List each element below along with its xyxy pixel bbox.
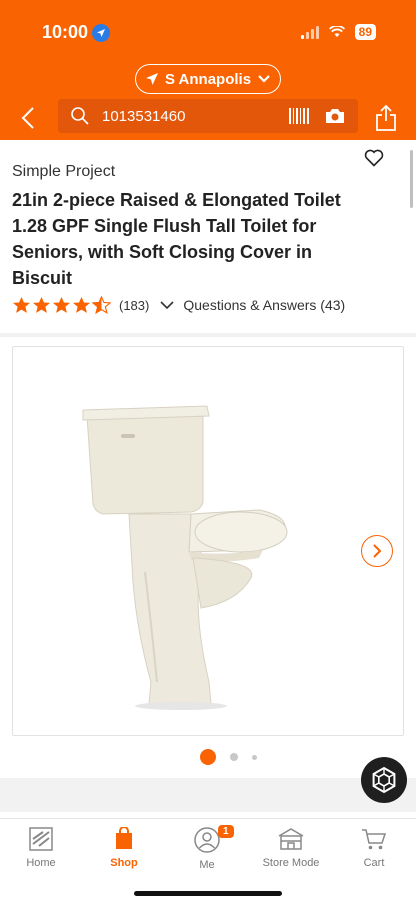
cart-icon [362, 829, 387, 850]
person-icon [194, 827, 220, 853]
search-value: 1013531460 [102, 108, 186, 125]
star-rating [12, 296, 111, 314]
status-bar: 10:00 89 [0, 0, 416, 50]
tab-me-label: Me [199, 859, 215, 871]
product-title: 21in 2-piece Raised & Elongated Toilet 1… [12, 190, 341, 288]
camera-icon[interactable] [324, 107, 346, 125]
shop-bag-icon [116, 827, 132, 849]
tab-cart[interactable]: Cart [339, 827, 409, 869]
store-selector[interactable]: S Annapolis [135, 64, 281, 94]
gallery-pagination[interactable] [200, 749, 257, 765]
barcode-scanner-icon[interactable] [288, 107, 310, 125]
tab-home[interactable]: Home [6, 827, 76, 869]
location-services-icon [92, 23, 111, 42]
notification-badge: 1 [218, 825, 234, 838]
store-name: S Annapolis [164, 70, 252, 88]
pagination-dot-active[interactable] [200, 749, 216, 765]
heart-icon [364, 149, 384, 167]
half-star-icon [92, 296, 111, 314]
chevron-down-icon [258, 75, 270, 83]
location-arrow-icon [145, 73, 158, 85]
questions-answers-link[interactable]: Questions & Answers (43) [183, 297, 345, 313]
search-input[interactable]: 1013531460 [58, 99, 358, 133]
battery-indicator: 89 [354, 24, 376, 40]
search-icon [71, 107, 89, 125]
chevron-down-icon[interactable] [159, 300, 175, 310]
share-button[interactable] [374, 104, 400, 132]
store-icon [278, 828, 304, 850]
star-icon [12, 296, 31, 313]
product-brand[interactable]: Simple Project [12, 163, 115, 181]
section-divider [0, 333, 416, 337]
section-divider [0, 778, 416, 812]
cellular-signal-icon [300, 25, 319, 39]
home-depot-logo-icon [29, 827, 53, 851]
status-time: 10:00 [42, 22, 111, 43]
tab-shop-label: Shop [110, 857, 138, 869]
chevron-left-icon [21, 107, 34, 129]
assistant-hexagon-icon [372, 766, 396, 794]
review-count[interactable]: (183) [119, 298, 149, 313]
home-indicator[interactable] [134, 891, 282, 896]
product-image-gallery[interactable] [12, 346, 404, 736]
status-indicators: 89 [300, 24, 376, 40]
tab-me[interactable]: 1 Me [172, 825, 242, 871]
pagination-dot[interactable] [230, 753, 238, 761]
time-text: 10:00 [42, 22, 89, 42]
tab-home-label: Home [26, 857, 56, 869]
tab-store-mode-label: Store Mode [262, 857, 320, 869]
share-icon [376, 104, 396, 131]
tab-shop[interactable]: Shop [89, 827, 159, 869]
next-image-button[interactable] [361, 535, 393, 567]
pagination-dot[interactable] [252, 754, 257, 760]
favorite-button[interactable] [364, 149, 386, 171]
star-icon [52, 296, 71, 313]
product-image[interactable] [63, 382, 293, 712]
star-icon [72, 296, 91, 313]
chat-assistant-button[interactable] [361, 757, 407, 803]
tab-cart-label: Cart [363, 857, 385, 869]
rating-row[interactable]: (183) Questions & Answers (43) [12, 295, 345, 315]
app-header: 10:00 89 S Annapolis 1013531460 [0, 0, 416, 140]
back-button[interactable] [14, 104, 42, 132]
scrollbar[interactable] [410, 150, 413, 208]
tab-store-mode[interactable]: Store Mode [256, 827, 326, 869]
star-icon [32, 296, 51, 313]
chevron-right-icon [373, 544, 382, 558]
wifi-icon [328, 26, 345, 37]
